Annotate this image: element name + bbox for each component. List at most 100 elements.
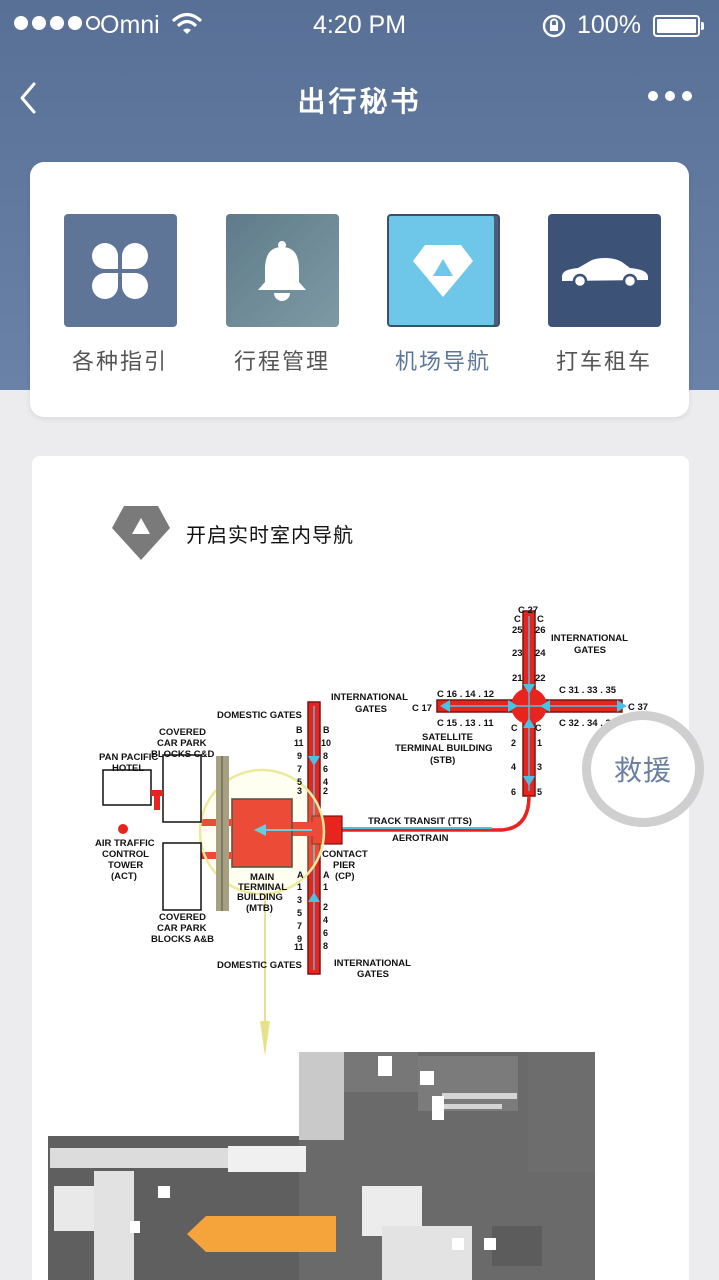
svg-text:3: 3 bbox=[297, 895, 302, 905]
svg-text:C 17: C 17 bbox=[412, 703, 432, 714]
menu-label-taxi-rental: 打车租车 bbox=[555, 350, 652, 375]
airport-terminal-map[interactable]: C 27 25 26 23 24 21 22 C C INTERNATIONAL… bbox=[32, 456, 689, 1280]
clover-icon bbox=[63, 214, 177, 327]
svg-text:CAR PARK: CAR PARK bbox=[157, 923, 207, 934]
svg-text:9: 9 bbox=[297, 751, 302, 761]
rescue-button[interactable]: 救援 bbox=[582, 711, 704, 827]
page-title: 出行秘书 bbox=[297, 85, 422, 118]
svg-text:1: 1 bbox=[323, 882, 328, 892]
svg-text:2: 2 bbox=[323, 902, 328, 912]
svg-text:C 16 . 14 . 12: C 16 . 14 . 12 bbox=[437, 689, 494, 700]
svg-text:8: 8 bbox=[323, 941, 328, 951]
label-pan-pacific-hotel: PAN PACIFIC bbox=[99, 752, 158, 763]
svg-text:6: 6 bbox=[511, 787, 516, 797]
svg-text:GATES: GATES bbox=[574, 645, 606, 656]
svg-text:(CP): (CP) bbox=[335, 871, 355, 882]
label-c27: C 27 bbox=[518, 605, 538, 616]
car-park-ab bbox=[162, 842, 202, 911]
control-tower-marker bbox=[118, 824, 128, 834]
bell-icon bbox=[225, 214, 339, 327]
svg-text:A: A bbox=[323, 870, 330, 880]
svg-text:COVERED: COVERED bbox=[159, 912, 206, 923]
svg-text:21: 21 bbox=[512, 673, 523, 684]
svg-text:10: 10 bbox=[321, 738, 331, 748]
menu-label-airport-nav: 机场导航 bbox=[394, 350, 491, 375]
svg-text:5: 5 bbox=[297, 908, 302, 918]
pan-pacific-hotel bbox=[102, 769, 152, 806]
svg-text:COVERED: COVERED bbox=[159, 727, 206, 738]
menu-item-airport-nav[interactable]: 机场导航 bbox=[363, 214, 523, 376]
car-park-cd bbox=[162, 754, 202, 823]
menu-label-guides: 各种指引 bbox=[71, 350, 168, 375]
label-international-gates: INTERNATIONAL bbox=[551, 633, 628, 644]
menu-label-itinerary: 行程管理 bbox=[233, 350, 330, 375]
svg-text:26: 26 bbox=[535, 625, 546, 636]
svg-text:C 31 . 33 . 35: C 31 . 33 . 35 bbox=[559, 685, 617, 696]
svg-text:(ACT): (ACT) bbox=[111, 871, 137, 882]
svg-text:C: C bbox=[537, 614, 544, 625]
label-contact-pier: CONTACT bbox=[322, 849, 368, 860]
svg-text:11: 11 bbox=[294, 738, 304, 748]
svg-text:1: 1 bbox=[297, 882, 302, 892]
svg-text:B: B bbox=[323, 725, 330, 735]
svg-text:BLOCKS A&B: BLOCKS A&B bbox=[151, 934, 214, 945]
svg-text:CONTROL: CONTROL bbox=[102, 849, 149, 860]
svg-text:2: 2 bbox=[323, 786, 328, 796]
svg-text:TOWER: TOWER bbox=[108, 860, 143, 871]
svg-text:BLOCKS C&D: BLOCKS C&D bbox=[151, 749, 214, 760]
svg-text:GATES: GATES bbox=[357, 969, 389, 980]
airport-map-card: 开启实时室内导航 C 27 25 26 23 24 21 22 C C INTE… bbox=[32, 456, 689, 1280]
svg-text:HOTEL: HOTEL bbox=[112, 763, 144, 774]
svg-text:PIER: PIER bbox=[333, 860, 355, 871]
svg-text:(STB): (STB) bbox=[430, 755, 455, 766]
svg-text:24: 24 bbox=[535, 648, 546, 659]
menu-item-taxi-rental[interactable]: 打车租车 bbox=[524, 214, 684, 376]
svg-text:11: 11 bbox=[294, 942, 304, 952]
label-air-traffic-control: AIR TRAFFIC bbox=[95, 838, 155, 849]
battery-icon bbox=[653, 15, 700, 37]
svg-text:AEROTRAIN: AEROTRAIN bbox=[392, 833, 449, 844]
svg-text:1: 1 bbox=[537, 738, 542, 748]
menu-item-itinerary[interactable]: 行程管理 bbox=[202, 214, 362, 376]
label-domestic-gates: DOMESTIC GATES bbox=[217, 710, 302, 721]
svg-text:(MTB): (MTB) bbox=[246, 903, 273, 914]
svg-text:CAR PARK: CAR PARK bbox=[157, 738, 207, 749]
menu-item-guides[interactable]: 各种指引 bbox=[40, 214, 200, 376]
feature-menu-card: 各种指引 行程管理 机场导航 打车租车 bbox=[30, 162, 689, 417]
svg-text:BUILDING: BUILDING bbox=[237, 892, 283, 903]
battery-percentage: 100% bbox=[577, 11, 641, 39]
car-icon bbox=[547, 214, 661, 327]
svg-text:INTERNATIONAL: INTERNATIONAL bbox=[334, 958, 411, 969]
svg-text:6: 6 bbox=[323, 764, 328, 774]
more-dots-icon[interactable] bbox=[648, 91, 692, 101]
svg-text:8: 8 bbox=[323, 751, 328, 761]
svg-text:C: C bbox=[535, 723, 542, 733]
svg-text:4: 4 bbox=[511, 762, 516, 772]
label-satellite-terminal: SATELLITE bbox=[422, 732, 473, 743]
svg-text:4: 4 bbox=[323, 915, 328, 925]
label-track-transit: TRACK TRANSIT (TTS) bbox=[368, 816, 472, 827]
terminal-floor-plan bbox=[48, 1052, 595, 1280]
status-bar: Omni 4:20 PM 100% bbox=[0, 0, 719, 52]
diamond-icon bbox=[386, 214, 500, 327]
svg-text:TERMINAL BUILDING: TERMINAL BUILDING bbox=[395, 743, 492, 754]
svg-text:3: 3 bbox=[537, 762, 542, 772]
svg-text:6: 6 bbox=[323, 928, 328, 938]
svg-text:B: B bbox=[296, 725, 303, 735]
svg-text:22: 22 bbox=[535, 673, 546, 684]
svg-text:C 15 . 13 . 11: C 15 . 13 . 11 bbox=[437, 718, 494, 729]
svg-text:C: C bbox=[514, 614, 521, 625]
svg-text:DOMESTIC GATES: DOMESTIC GATES bbox=[217, 960, 302, 971]
svg-text:A: A bbox=[297, 870, 304, 880]
svg-text:7: 7 bbox=[297, 921, 302, 931]
svg-text:5: 5 bbox=[537, 787, 542, 797]
svg-text:3: 3 bbox=[297, 786, 302, 796]
svg-text:7: 7 bbox=[297, 764, 302, 774]
svg-text:23: 23 bbox=[512, 648, 523, 659]
svg-text:INTERNATIONAL: INTERNATIONAL bbox=[331, 692, 408, 703]
svg-text:GATES: GATES bbox=[355, 704, 387, 715]
svg-text:2: 2 bbox=[511, 738, 516, 748]
rotation-lock-icon bbox=[542, 14, 566, 38]
svg-text:C: C bbox=[511, 723, 518, 733]
svg-text:25: 25 bbox=[512, 625, 523, 636]
